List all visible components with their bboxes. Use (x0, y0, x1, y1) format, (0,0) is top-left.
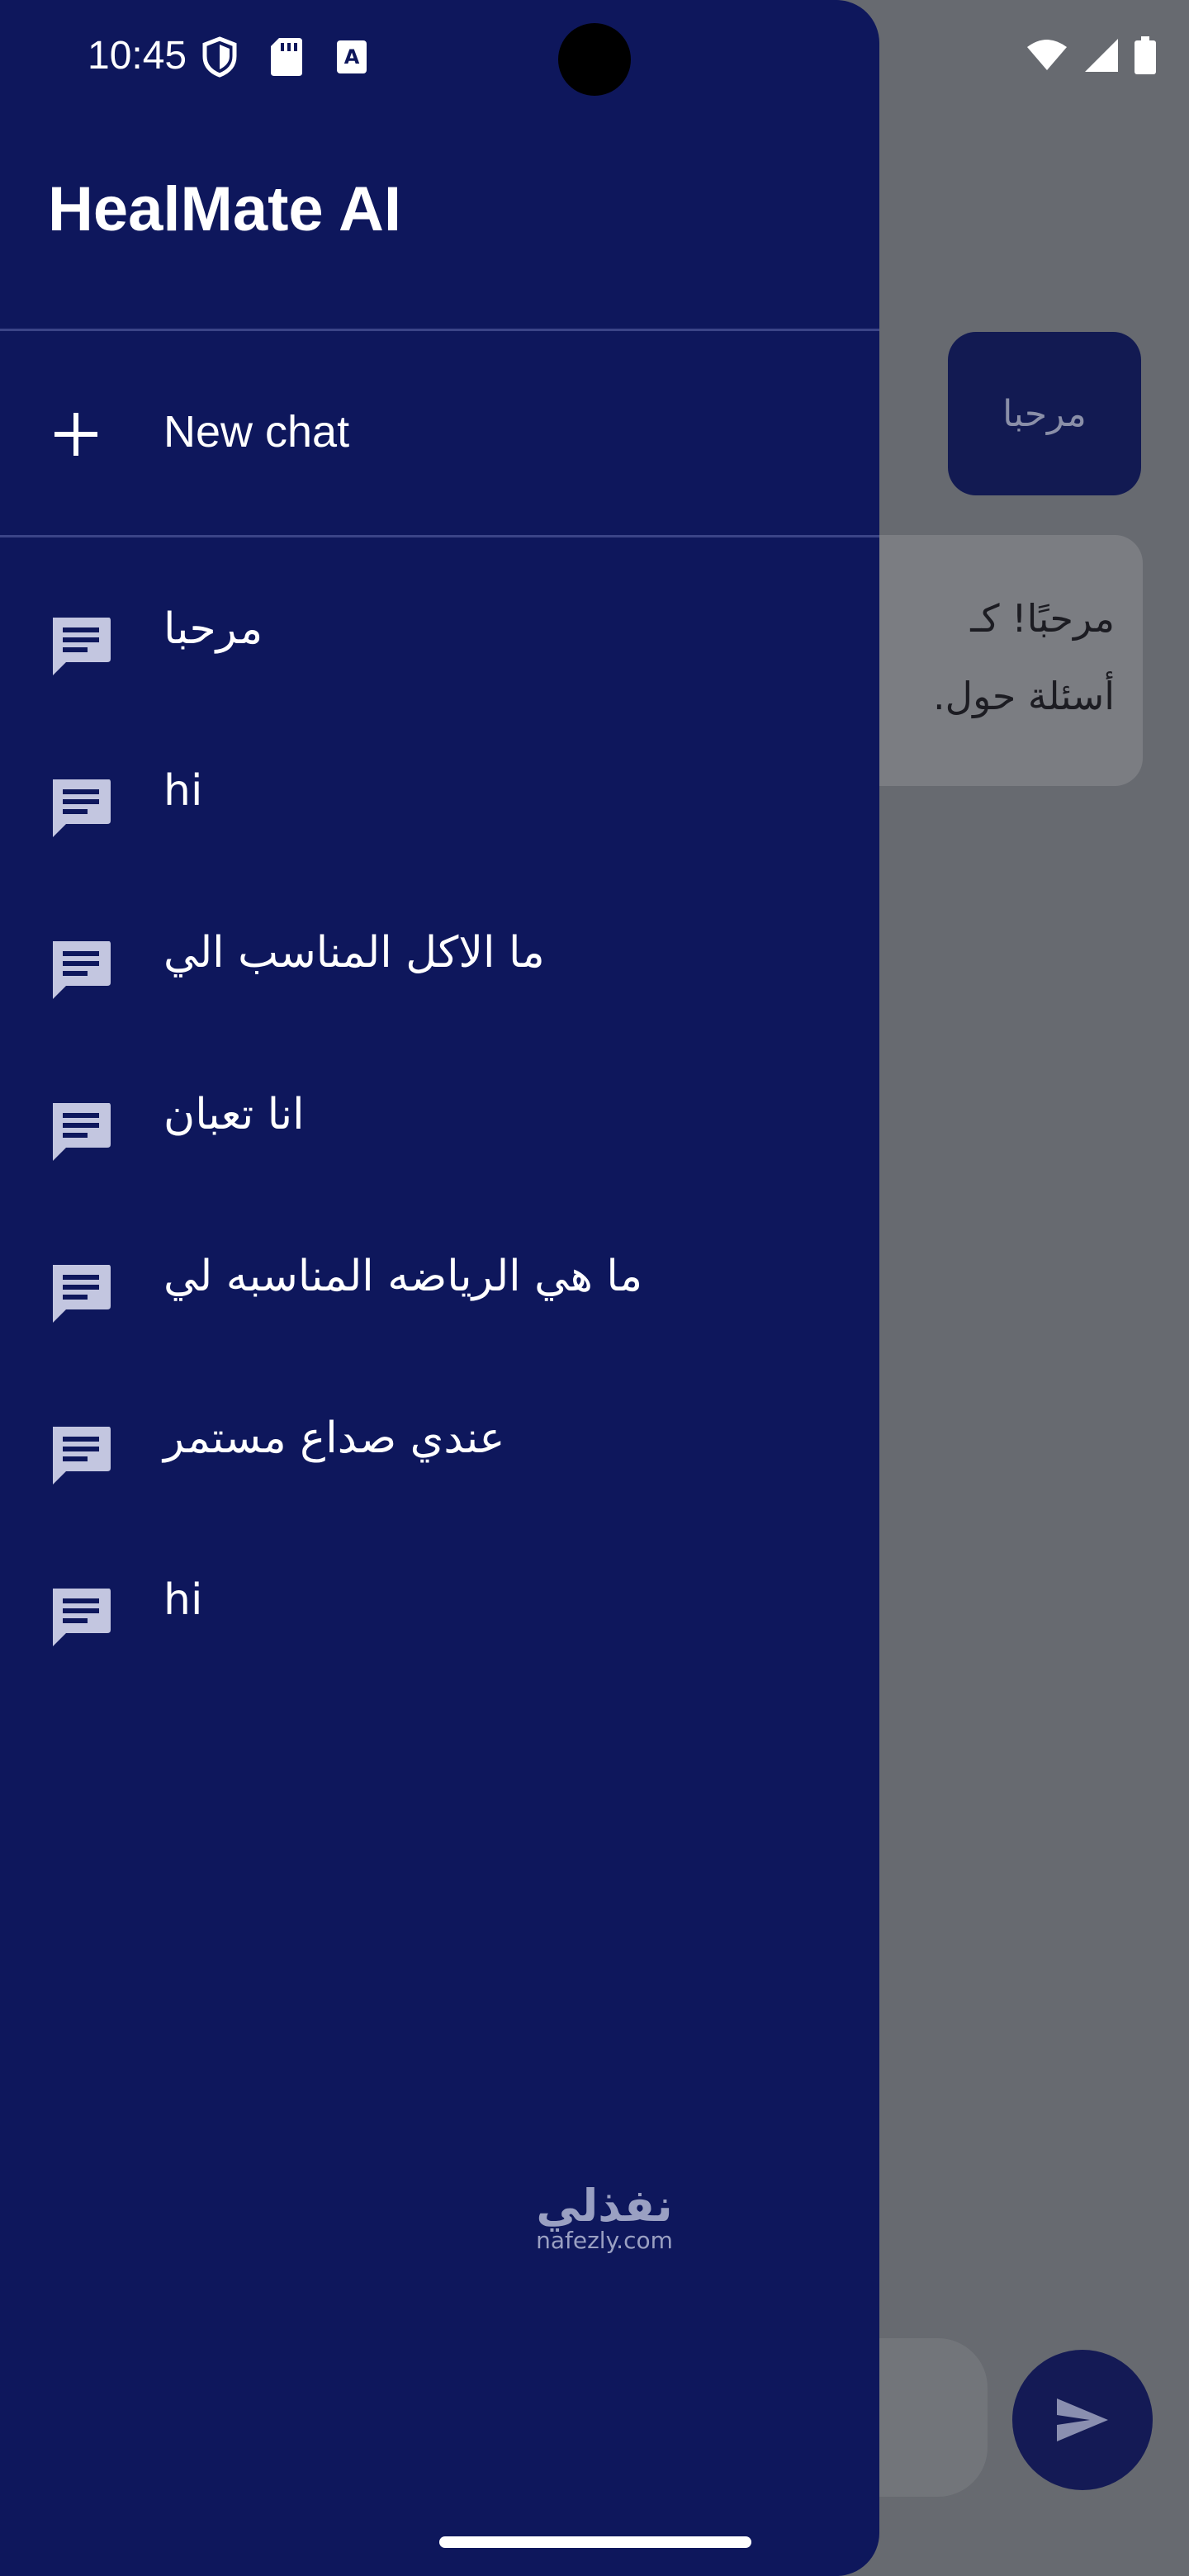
watermark: نفذلي nafezly.com (522, 2180, 687, 2254)
signal-icon (1085, 39, 1118, 72)
chat-history-label: ما الاكل المناسب الي (163, 928, 545, 978)
sd-card-icon (271, 38, 302, 76)
svg-text:A: A (344, 45, 360, 69)
chat-icon (53, 941, 111, 999)
camera-cutout (558, 23, 631, 96)
chat-history-label: hi (163, 766, 203, 816)
divider (0, 329, 879, 331)
battery-icon (1135, 36, 1156, 74)
plus-icon (54, 413, 97, 456)
status-time: 10:45 (88, 34, 187, 78)
user-message-text: مرحبا (1002, 392, 1087, 435)
chat-icon (53, 1103, 111, 1161)
new-chat-label: New chat (163, 407, 350, 457)
chat-icon (53, 779, 111, 837)
chat-history-item[interactable]: ما هي الرياضه المناسبه لي (0, 1227, 879, 1384)
chat-history-item[interactable]: عندي صداع مستمر (0, 1389, 879, 1546)
new-chat-button[interactable]: New chat (0, 334, 879, 535)
chat-icon (53, 1265, 111, 1323)
divider (0, 535, 879, 537)
chat-history-item[interactable]: ما الاكل المناسب الي (0, 903, 879, 1060)
status-bar-left-icons: A (201, 36, 368, 78)
send-icon (1057, 2398, 1108, 2441)
chat-history-label: مرحبا (163, 604, 263, 654)
chat-history-label: انا تعبان (163, 1090, 305, 1139)
bot-message-text-line1: مرحبًا! كـ (970, 596, 1115, 641)
send-button[interactable] (1012, 2350, 1153, 2490)
navigation-drawer: 10:45 A HealMate AI New chat مرحبا hi ما… (0, 0, 879, 2576)
user-message-bubble: مرحبا (948, 332, 1141, 495)
chat-icon (53, 1589, 111, 1646)
drawer-title: HealMate AI (48, 174, 401, 244)
watermark-latin: nafezly.com (536, 2227, 673, 2254)
chat-history-item[interactable]: انا تعبان (0, 1065, 879, 1222)
chat-history-item[interactable]: hi (0, 741, 879, 898)
home-indicator[interactable] (439, 2536, 751, 2548)
chat-history-label: hi (163, 1575, 203, 1625)
watermark-arabic: نفذلي (536, 2180, 673, 2232)
chat-history-item[interactable]: hi (0, 1551, 879, 1707)
chat-icon (53, 618, 111, 675)
chat-history-item[interactable]: مرحبا (0, 580, 879, 736)
chat-history-label: ما هي الرياضه المناسبه لي (163, 1252, 643, 1301)
text-a-icon: A (337, 40, 367, 73)
shield-icon (202, 36, 237, 78)
bot-message-text-line2: أسئلة حول. (933, 674, 1115, 718)
status-bar-right (1026, 36, 1156, 74)
chat-icon (53, 1427, 111, 1485)
chat-history-label: عندي صداع مستمر (163, 1413, 505, 1463)
wifi-icon (1027, 40, 1067, 70)
